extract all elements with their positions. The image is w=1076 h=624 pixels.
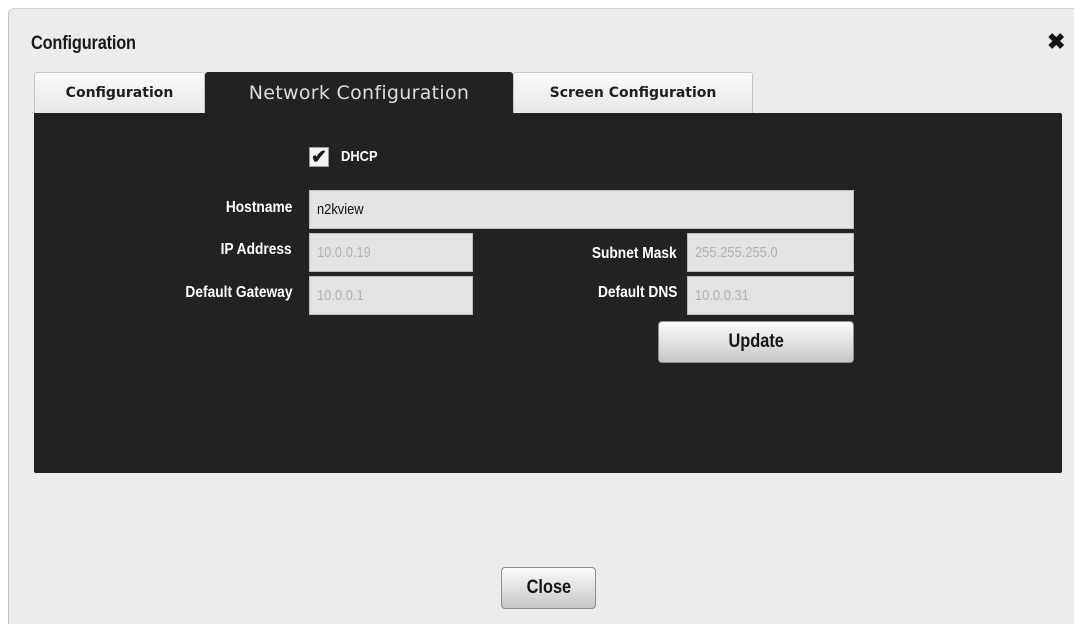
default-gateway-input[interactable]: 10.0.0.1 — [309, 276, 473, 315]
update-button[interactable]: Update — [658, 321, 854, 363]
ip-address-input[interactable]: 10.0.0.19 — [309, 233, 473, 272]
dialog-title: Configuration — [31, 33, 136, 54]
tab-screen-configuration[interactable]: Screen Configuration — [513, 72, 753, 113]
default-gateway-label: Default Gateway — [184, 284, 292, 301]
dhcp-label: DHCP — [341, 148, 378, 165]
ip-address-label: IP Address — [220, 241, 292, 258]
subnet-mask-input[interactable]: 255.255.255.0 — [687, 233, 854, 272]
hostname-input[interactable]: n2kview — [309, 190, 854, 229]
dhcp-checkbox[interactable]: ✔ — [309, 147, 329, 167]
hostname-label: Hostname — [225, 199, 292, 216]
subnet-mask-label: Subnet Mask — [592, 245, 677, 262]
close-button[interactable]: Close — [501, 567, 596, 609]
default-dns-label: Default DNS — [597, 284, 677, 301]
tab-network-configuration[interactable]: Network Configuration — [205, 72, 513, 114]
checkmark-icon: ✔ — [311, 146, 327, 168]
tab-configuration[interactable]: Configuration — [34, 72, 205, 113]
default-dns-input[interactable]: 10.0.0.31 — [687, 276, 854, 315]
close-x-icon[interactable]: ✖ — [1047, 31, 1065, 53]
